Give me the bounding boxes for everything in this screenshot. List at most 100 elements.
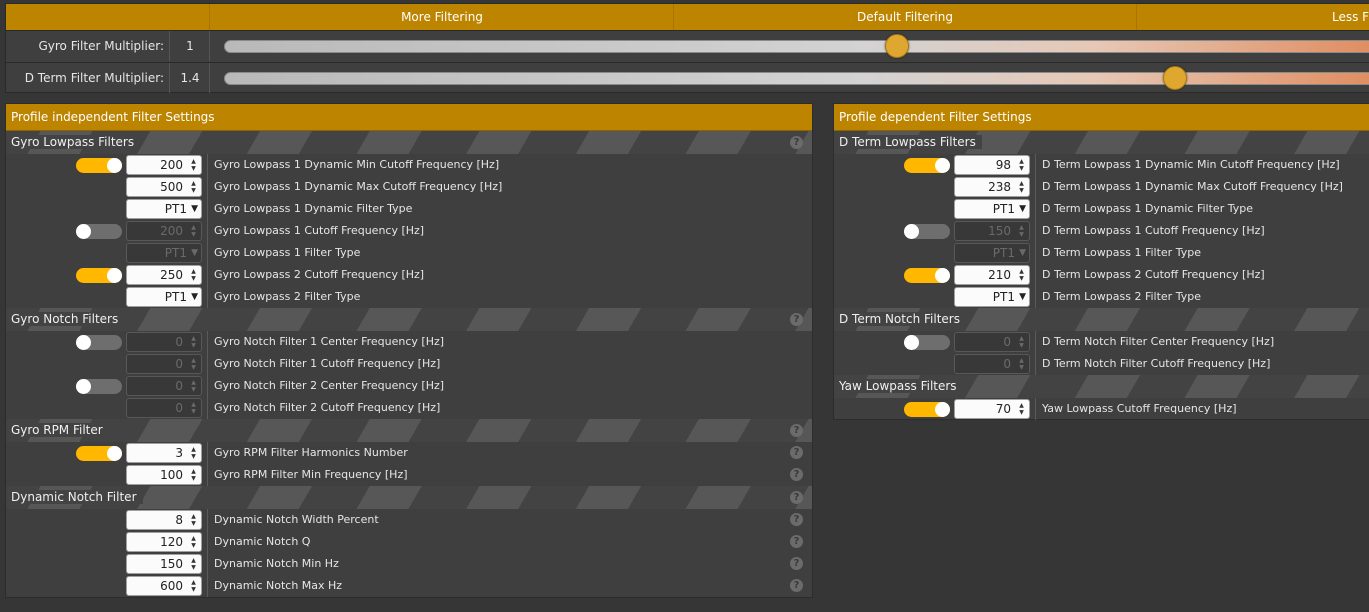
section-title: D Term Lowpass Filters xyxy=(839,135,982,149)
spinner-arrows-icon[interactable]: ▲ ▼ xyxy=(188,579,199,593)
spinner-arrows-icon[interactable]: ▲ ▼ xyxy=(188,468,199,482)
number-input[interactable]: 98 ▲ ▼ xyxy=(954,155,1030,175)
help-icon[interactable]: ? xyxy=(790,535,803,548)
spinner-arrows-icon[interactable]: ▲ ▼ xyxy=(1016,180,1027,194)
select-value: PT1 xyxy=(992,246,1015,260)
number-input[interactable]: 8 ▲ ▼ xyxy=(126,510,202,530)
dterm-multiplier-label: D Term Filter Multiplier: xyxy=(6,63,170,93)
spinner-arrows-icon[interactable]: ▲ ▼ xyxy=(188,158,199,172)
enable-toggle[interactable] xyxy=(904,268,950,283)
slider-header: More Filtering Default Filtering Less Fi xyxy=(6,4,1369,30)
spinner-arrows-icon[interactable]: ▲ ▼ xyxy=(1016,402,1027,416)
help-icon[interactable]: ? xyxy=(790,446,803,459)
filter-type-select[interactable]: PT1 ▼ xyxy=(126,287,202,307)
toggle-knob xyxy=(76,379,91,394)
profile-independent-panel: Profile independent Filter Settings Gyro… xyxy=(5,103,813,598)
spinner-arrows-icon[interactable]: ▲ ▼ xyxy=(1016,158,1027,172)
dropdown-arrow-icon: ▼ xyxy=(1019,204,1026,214)
help-icon[interactable]: ? xyxy=(790,468,803,481)
spinner-arrows-icon: ▲ ▼ xyxy=(191,357,196,371)
enable-toggle[interactable] xyxy=(76,335,122,350)
number-input[interactable]: 238 ▲ ▼ xyxy=(954,177,1030,197)
spinner-arrows-icon[interactable]: ▲ ▼ xyxy=(1016,268,1027,282)
toggle-knob xyxy=(904,224,919,239)
help-icon[interactable]: ? xyxy=(790,313,803,326)
help-icon[interactable]: ? xyxy=(790,579,803,592)
gyro-multiplier-handle[interactable] xyxy=(884,34,909,58)
filter-type-select[interactable]: PT1 ▼ xyxy=(126,199,202,219)
number-input[interactable]: 210 ▲ ▼ xyxy=(954,265,1030,285)
enable-toggle[interactable] xyxy=(76,268,122,283)
dterm-multiplier-handle[interactable] xyxy=(1163,66,1188,90)
enable-toggle[interactable] xyxy=(76,224,122,239)
number-value: 120 xyxy=(160,535,183,549)
help-icon[interactable]: ? xyxy=(790,424,803,437)
select-value: PT1 xyxy=(992,290,1015,304)
section-dynamic-notch-filter: Dynamic Notch Filter? xyxy=(6,486,812,509)
spinner-arrows-icon[interactable]: ▲ ▼ xyxy=(188,446,199,460)
gyro-multiplier-label: Gyro Filter Multiplier: xyxy=(6,31,170,61)
profile-dependent-title: Profile dependent Filter Settings xyxy=(834,104,1369,131)
enable-toggle[interactable] xyxy=(76,379,122,394)
filter-row: 238 ▲ ▼ D Term Lowpass 1 Dynamic Max Cutoff… xyxy=(834,176,1369,198)
filter-label: Dynamic Notch Min Hz xyxy=(207,553,339,575)
filter-label: Gyro Lowpass 1 Filter Type xyxy=(207,242,360,264)
number-input[interactable]: 120 ▲ ▼ xyxy=(126,532,202,552)
help-icon[interactable]: ? xyxy=(790,557,803,570)
number-input[interactable]: 200 ▲ ▼ xyxy=(126,155,202,175)
filter-type-select[interactable]: PT1 ▼ xyxy=(954,199,1030,219)
number-input[interactable]: 250 ▲ ▼ xyxy=(126,265,202,285)
toggle-knob xyxy=(935,402,950,417)
number-value: 210 xyxy=(988,268,1011,282)
dterm-multiplier-track[interactable] xyxy=(224,72,1369,85)
spinner-arrows-icon[interactable]: ▲ ▼ xyxy=(188,557,199,571)
spinner-arrows-icon[interactable]: ▲ ▼ xyxy=(188,513,199,527)
number-value: 0 xyxy=(175,401,183,415)
spinner-arrows-icon[interactable]: ▲ ▼ xyxy=(188,180,199,194)
gyro-filter-multiplier-row: Gyro Filter Multiplier: 1 xyxy=(6,30,1369,61)
enable-toggle[interactable] xyxy=(904,158,950,173)
gyro-multiplier-track[interactable] xyxy=(224,40,1369,53)
spinner-arrows-icon[interactable]: ▲ ▼ xyxy=(188,268,199,282)
help-icon[interactable]: ? xyxy=(790,136,803,149)
number-input[interactable]: 3 ▲ ▼ xyxy=(126,443,202,463)
slider-header-corner xyxy=(6,4,210,30)
number-input[interactable]: 500 ▲ ▼ xyxy=(126,177,202,197)
number-value: 500 xyxy=(160,180,183,194)
spinner-arrows-icon: ▲ ▼ xyxy=(1019,357,1024,371)
spinner-arrows-icon: ▲ ▼ xyxy=(191,335,196,349)
spinner-arrows-icon: ▲ ▼ xyxy=(1019,224,1024,238)
spinner-arrows-icon: ▲ ▼ xyxy=(191,379,196,393)
filter-row: 0 ▲ ▼ Gyro Notch Filter 2 Cutoff Frequency … xyxy=(6,397,812,419)
help-icon[interactable]: ? xyxy=(790,513,803,526)
dropdown-arrow-icon: ▼ xyxy=(191,292,198,302)
number-input[interactable]: 70 ▲ ▼ xyxy=(954,399,1030,419)
enable-toggle[interactable] xyxy=(904,335,950,350)
filter-type-select[interactable]: PT1 ▼ xyxy=(954,287,1030,307)
help-icon[interactable]: ? xyxy=(790,491,803,504)
number-value: 70 xyxy=(995,402,1011,416)
section-title: Gyro Lowpass Filters xyxy=(11,135,141,149)
number-value: 8 xyxy=(175,513,183,527)
enable-toggle[interactable] xyxy=(904,224,950,239)
filter-row: PT1 ▼ D Term Lowpass 1 Dynamic Filter Type xyxy=(834,198,1369,220)
enable-toggle[interactable] xyxy=(76,446,122,461)
filter-row: 3 ▲ ▼ Gyro RPM Filter Harmonics Number? xyxy=(6,442,812,464)
enable-toggle[interactable] xyxy=(904,402,950,417)
enable-toggle[interactable] xyxy=(76,158,122,173)
toggle-knob xyxy=(904,335,919,350)
number-input[interactable]: 100 ▲ ▼ xyxy=(126,465,202,485)
number-value: 200 xyxy=(160,224,183,238)
filter-row: 0 ▲ ▼ D Term Notch Filter Cutoff Frequency … xyxy=(834,353,1369,375)
number-input[interactable]: 150 ▲ ▼ xyxy=(126,554,202,574)
filter-label: Gyro Notch Filter 1 Cutoff Frequency [Hz… xyxy=(207,353,440,375)
number-input: 0 ▲ ▼ xyxy=(954,332,1030,352)
section-title: Gyro RPM Filter xyxy=(11,423,109,437)
select-value: PT1 xyxy=(992,202,1015,216)
spinner-arrows-icon[interactable]: ▲ ▼ xyxy=(188,535,199,549)
section-title: D Term Notch Filters xyxy=(839,312,966,326)
dropdown-arrow-icon: ▼ xyxy=(1019,248,1026,258)
filter-row: 150 ▲ ▼ D Term Lowpass 1 Cutoff Frequency [… xyxy=(834,220,1369,242)
number-input[interactable]: 600 ▲ ▼ xyxy=(126,576,202,596)
number-value: 100 xyxy=(160,468,183,482)
